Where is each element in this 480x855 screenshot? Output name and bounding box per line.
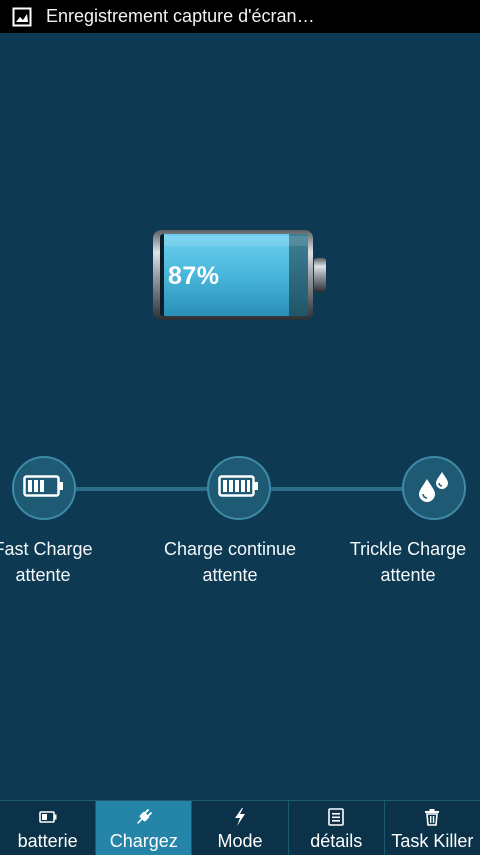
screenshot-icon xyxy=(12,7,32,27)
nav-label: Mode xyxy=(217,831,263,851)
battery-half-icon xyxy=(23,474,65,502)
droplets-icon xyxy=(417,469,451,508)
stage-fast-charge-indicator xyxy=(12,456,76,520)
battery-icon xyxy=(38,807,57,827)
battery-full-icon xyxy=(218,474,260,502)
battery-percentage: 87% xyxy=(168,262,220,290)
plug-icon xyxy=(134,807,154,827)
stage-status: attente xyxy=(15,565,71,585)
nav-tab-chargez[interactable]: Chargez xyxy=(95,801,192,855)
nav-tab-task-killer[interactable]: Task Killer xyxy=(383,801,480,855)
stage-charge-continue-indicator xyxy=(207,456,271,520)
nav-label: Task Killer xyxy=(391,831,474,851)
battery-gauge: 87% xyxy=(152,228,328,322)
stage-status: attente xyxy=(202,565,258,585)
stage-name: Fast Charge xyxy=(0,539,93,559)
nav-tab-mode[interactable]: Mode xyxy=(191,801,287,855)
status-bar: Enregistrement capture d'écran… xyxy=(0,0,480,33)
list-icon xyxy=(328,807,345,827)
stage-name: Charge continue xyxy=(163,539,297,559)
stage-trickle-charge: Trickle Charge attente xyxy=(318,536,480,588)
nav-label: Chargez xyxy=(109,831,178,851)
lightning-icon xyxy=(233,807,247,827)
stage-name: Trickle Charge xyxy=(349,539,467,559)
stage-trickle-charge-indicator xyxy=(402,456,466,520)
trash-icon xyxy=(424,807,440,827)
nav-label: détails xyxy=(310,831,363,851)
status-notification-text: Enregistrement capture d'écran… xyxy=(46,6,315,26)
stage-fast-charge: Fast Charge attente xyxy=(0,536,133,588)
stage-charge-continue: Charge continue attente xyxy=(140,536,320,588)
nav-tab-batterie[interactable]: batterie xyxy=(0,801,95,855)
stage-status: attente xyxy=(380,565,436,585)
nav-label: batterie xyxy=(17,831,78,851)
nav-tab-details[interactable]: détails xyxy=(287,801,384,855)
bottom-navigation: batterie Chargez Mode détails Task Kille… xyxy=(0,800,480,855)
